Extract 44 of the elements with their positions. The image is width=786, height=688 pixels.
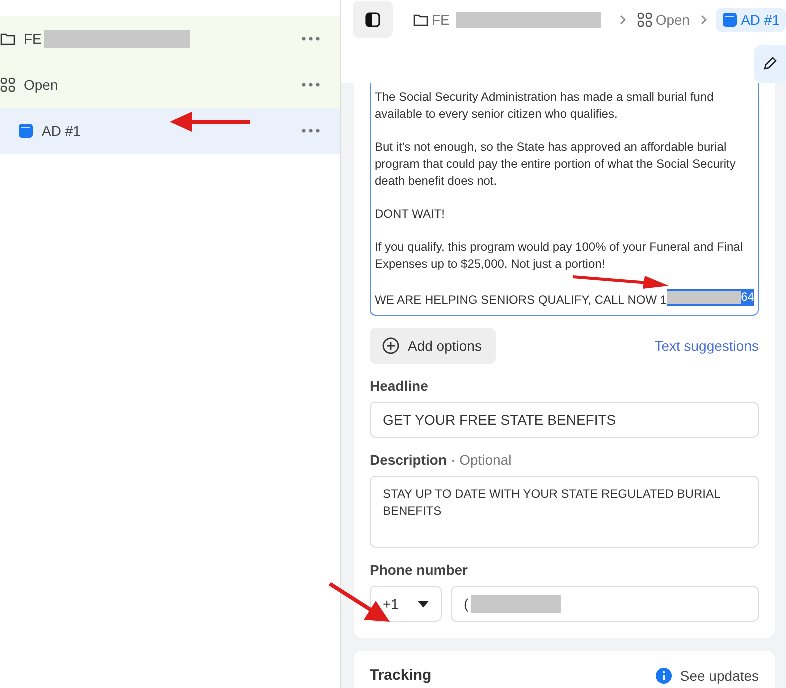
plus-circle-icon [382,337,400,355]
ad-text-paragraph: DONT WAIT! [375,206,446,223]
ad-icon [18,123,34,139]
folder-icon [0,31,16,47]
grid-icon [636,12,653,28]
item-label: Open [24,77,58,93]
add-options-button[interactable]: Add options [370,328,496,364]
ad-text-paragraph: WE ARE HELPING SENIORS QUALIFY, CALL NOW 1 [375,293,668,307]
sidebar-item[interactable]: AD #1 [0,108,340,154]
info-icon [656,668,672,684]
breadcrumb-item[interactable]: FE [410,8,452,32]
sidebar-icon [364,12,381,28]
breadcrumb-item[interactable]: Open [634,8,692,32]
ad-text-paragraph: The Social Security Administration has made a small burial fund available to every senior citizen who qualifies. [375,89,715,123]
headline-field[interactable]: GET YOUR FREE STATE BENEFITS [370,402,759,438]
chevron-icon [700,14,708,26]
more-icon[interactable] [302,37,320,41]
item-label: AD #1 [42,123,81,139]
ad-icon [722,12,738,28]
field-label: Description [370,452,448,468]
see-updates-link[interactable]: See updates [680,668,759,684]
chevron-icon [618,14,627,26]
item-label: FE [24,31,42,47]
breadcrumb-item[interactable]: AD #1 [716,8,786,32]
sidebar-toggle-button[interactable] [353,1,393,38]
pencil-icon [762,56,778,72]
section-title: Tracking [370,667,432,684]
phone-number-field[interactable]: ( [451,586,759,622]
optional-label: · Optional [451,452,512,468]
more-icon[interactable] [302,83,320,87]
more-icon[interactable] [302,129,320,133]
sidebar-item[interactable]: Open [0,62,340,108]
text-suggestions-link[interactable]: Text suggestions [654,338,759,354]
selected-text: 64 [741,289,754,306]
ad-text-paragraph: If you qualify, this program would pay 100% of your Funeral and Final Expenses up to $25,000. Not just a portion! [375,239,744,273]
caret-icon [418,600,429,608]
description-field[interactable]: STAY UP TO DATE WITH YOUR STATE REGULATED BURIAL BENEFITS [370,476,759,548]
ad-text-paragraph: But it's not enough, so the State has approved an affordable burial program that could pay the entire portion of what the Social Security death benefit does not. [375,139,737,190]
field-label: Headline [370,378,430,394]
sidebar-item[interactable]: FE [0,16,340,62]
primary-text-field[interactable] [370,83,759,316]
edit-button[interactable] [754,45,786,83]
field-label: Phone number [370,562,470,578]
grid-icon [0,77,16,93]
